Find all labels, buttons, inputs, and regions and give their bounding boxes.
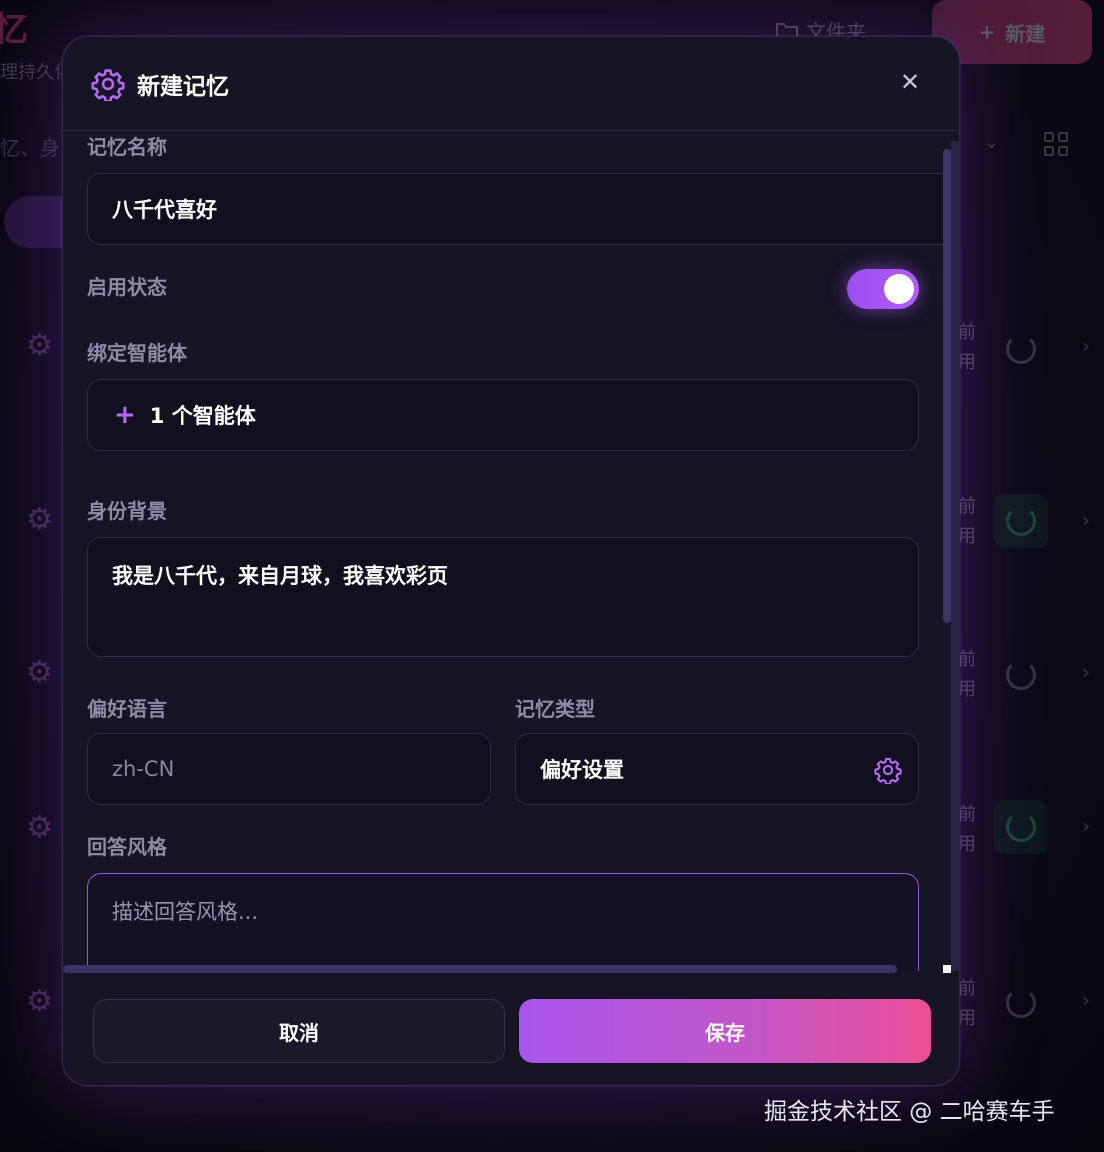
watermark: 掘金技术社区 @ 二哈赛车手	[764, 1099, 1055, 1125]
name-value: 八千代喜好	[112, 198, 217, 222]
gear-icon: ⚙	[26, 502, 53, 537]
row-status: 前用	[958, 496, 976, 547]
plus-icon: +	[114, 400, 136, 430]
type-label: 记忆类型	[515, 697, 595, 721]
chevron-right-icon[interactable]: ›	[1082, 508, 1090, 532]
dialog-title: 新建记忆	[137, 74, 229, 100]
style-textarea[interactable]: 描述回答风格...	[87, 873, 919, 971]
gear-icon: ⚙	[26, 984, 53, 1019]
power-icon[interactable]	[1006, 988, 1036, 1018]
gear-icon	[874, 757, 902, 784]
power-icon[interactable]	[1006, 334, 1036, 364]
power-icon[interactable]	[1006, 660, 1036, 690]
vertical-scrollbar-thumb[interactable]	[943, 149, 951, 623]
dialog-header: 新建记忆 ✕	[63, 37, 959, 131]
power-icon	[1006, 506, 1036, 536]
gear-icon	[91, 69, 125, 101]
vertical-scrollbar-track[interactable]	[951, 141, 959, 971]
grid-view-icon[interactable]	[1044, 132, 1068, 156]
row-status: 前用	[958, 322, 976, 373]
enabled-label: 启用状态	[87, 275, 167, 299]
row-status: 前用	[958, 649, 976, 700]
scrollbar-corner	[943, 965, 951, 973]
identity-textarea[interactable]: 我是八千代，来自月球，我喜欢彩页	[87, 537, 919, 657]
enabled-toggle[interactable]	[847, 269, 919, 309]
language-input[interactable]: zh-CN	[87, 733, 491, 805]
language-label: 偏好语言	[87, 697, 167, 721]
name-field[interactable]: 八千代喜好	[87, 173, 943, 245]
chevron-right-icon[interactable]: ›	[1082, 814, 1090, 838]
search-input[interactable]: 忆、身	[0, 132, 60, 161]
agents-count: 1 个智能体	[149, 404, 256, 428]
identity-value: 我是八千代，来自月球，我喜欢彩页	[112, 564, 448, 588]
chevron-right-icon[interactable]: ›	[1082, 334, 1090, 358]
new-button-label: 新建	[1005, 21, 1046, 46]
row-status: 前用	[958, 804, 976, 855]
identity-label: 身份背景	[87, 499, 167, 523]
chevron-right-icon[interactable]: ›	[1082, 660, 1090, 684]
row-status: 前用	[958, 978, 976, 1029]
language-placeholder: zh-CN	[112, 757, 175, 781]
gear-icon: ⚙	[26, 655, 53, 690]
type-value: 偏好设置	[540, 758, 624, 782]
name-label: 记忆名称	[87, 135, 167, 159]
close-icon[interactable]: ✕	[895, 67, 925, 97]
agents-selector[interactable]: + 1 个智能体	[87, 379, 919, 451]
chevron-down-icon[interactable]: ⌄	[984, 132, 999, 153]
style-placeholder: 描述回答风格...	[112, 900, 259, 924]
gear-icon: ⚙	[26, 810, 53, 845]
plus-icon: +	[978, 20, 996, 44]
cancel-button[interactable]: 取消	[93, 999, 505, 1063]
page: 忆 理持久化 文件夹 + 新建 忆、身 ⌄ ⚙ ⚙ ⚙ ⚙ ⚙ 前用 前用 前用…	[0, 0, 1104, 1152]
app-logo: 忆	[0, 10, 28, 50]
toggle-knob	[884, 274, 914, 304]
agents-label: 绑定智能体	[87, 341, 187, 365]
save-button[interactable]: 保存	[519, 999, 931, 1063]
new-memory-dialog: 新建记忆 ✕ 记忆名称 八千代喜好 启用状态 绑定智能体 + 1 个智能体 身份…	[62, 36, 960, 1086]
gear-icon: ⚙	[26, 328, 53, 363]
type-select[interactable]: 偏好设置	[515, 733, 919, 805]
dialog-body[interactable]: 记忆名称 八千代喜好 启用状态 绑定智能体 + 1 个智能体 身份背景 我是八千…	[63, 131, 943, 971]
power-icon	[1006, 812, 1036, 842]
horizontal-scrollbar-thumb[interactable]	[63, 965, 897, 973]
dialog-footer: 取消 保存	[63, 973, 959, 1085]
chevron-right-icon[interactable]: ›	[1082, 988, 1090, 1012]
style-label: 回答风格	[87, 835, 167, 859]
